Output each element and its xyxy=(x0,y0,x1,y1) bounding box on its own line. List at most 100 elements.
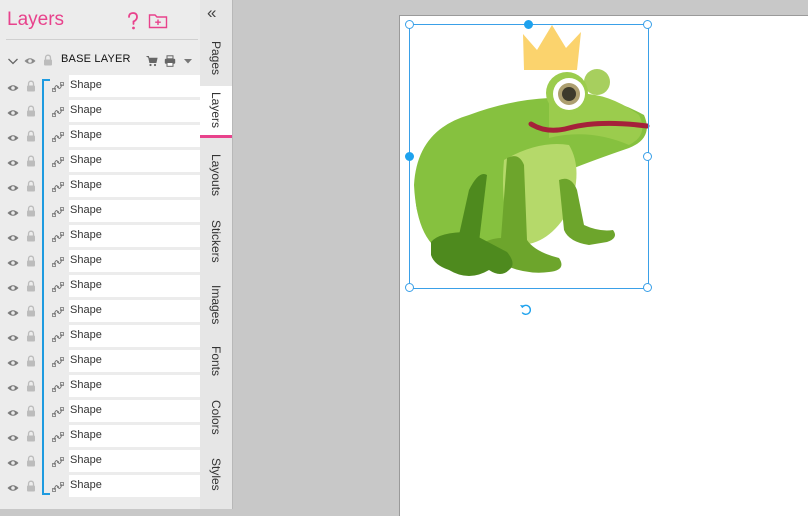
layer-row[interactable]: Shape xyxy=(0,74,200,99)
vector-path-icon xyxy=(52,230,64,242)
eye-icon[interactable] xyxy=(7,431,19,443)
lock-icon[interactable] xyxy=(25,379,37,392)
lock-icon[interactable] xyxy=(25,404,37,417)
tab-label: Layouts xyxy=(209,153,223,197)
lock-icon[interactable] xyxy=(42,53,54,66)
eye-icon[interactable] xyxy=(7,156,19,168)
rotate-icon[interactable] xyxy=(519,303,533,322)
vector-path-icon xyxy=(52,305,64,317)
resize-handle-right[interactable] xyxy=(643,152,652,161)
tab-label: Styles xyxy=(209,457,223,491)
lock-icon[interactable] xyxy=(25,104,37,117)
lock-icon[interactable] xyxy=(25,354,37,367)
vector-path-icon xyxy=(52,155,64,167)
layer-name: Shape xyxy=(70,104,102,116)
cart-icon[interactable] xyxy=(146,54,158,67)
resize-handle-left[interactable] xyxy=(405,152,414,161)
eye-icon[interactable] xyxy=(7,106,19,118)
layer-row[interactable]: Shape xyxy=(0,474,200,499)
layer-row[interactable]: Shape xyxy=(0,349,200,374)
resize-handle-top[interactable] xyxy=(524,20,533,29)
layer-row[interactable]: Shape xyxy=(0,324,200,349)
lock-icon[interactable] xyxy=(25,254,37,267)
eye-icon[interactable] xyxy=(7,481,19,493)
lock-icon[interactable] xyxy=(25,429,37,442)
resize-handle-top-left[interactable] xyxy=(405,20,414,29)
layer-row[interactable]: Shape xyxy=(0,174,200,199)
layer-row[interactable]: Shape xyxy=(0,274,200,299)
lock-icon[interactable] xyxy=(25,304,37,317)
group-bracket xyxy=(42,79,50,495)
layer-name: Shape xyxy=(70,204,102,216)
chevron-down-icon[interactable] xyxy=(7,54,19,66)
eye-icon[interactable] xyxy=(7,206,19,218)
eye-icon[interactable] xyxy=(7,456,19,468)
resize-handle-bottom-left[interactable] xyxy=(405,283,414,292)
eye-icon[interactable] xyxy=(7,381,19,393)
eye-icon[interactable] xyxy=(24,54,36,66)
tab-layouts[interactable]: Layouts xyxy=(200,140,232,210)
printer-icon[interactable] xyxy=(164,54,176,67)
resize-handle-top-right[interactable] xyxy=(643,20,652,29)
tab-images[interactable]: Images xyxy=(200,275,232,335)
lock-icon[interactable] xyxy=(25,154,37,167)
layer-row[interactable]: Shape xyxy=(0,199,200,224)
base-layer-row[interactable]: BASE LAYER xyxy=(0,48,200,72)
layer-name: Shape xyxy=(70,354,102,366)
layer-row[interactable]: Shape xyxy=(0,449,200,474)
vector-path-icon xyxy=(52,180,64,192)
tab-colors[interactable]: Colors xyxy=(200,388,232,446)
resize-handle-bottom-right[interactable] xyxy=(643,283,652,292)
layer-list: Shape Shape Shape Shape Shape Shape Shap… xyxy=(0,74,200,499)
layer-row[interactable]: Shape xyxy=(0,249,200,274)
lock-icon[interactable] xyxy=(25,129,37,142)
tab-fonts[interactable]: Fonts xyxy=(200,336,232,386)
eye-icon[interactable] xyxy=(7,331,19,343)
eye-icon[interactable] xyxy=(7,231,19,243)
eye-icon[interactable] xyxy=(7,356,19,368)
eye-icon[interactable] xyxy=(7,306,19,318)
tab-styles[interactable]: Styles xyxy=(200,446,232,502)
selection-bounding-box xyxy=(409,24,649,289)
tab-label: Fonts xyxy=(209,345,223,376)
lock-icon[interactable] xyxy=(25,279,37,292)
layer-row[interactable]: Shape xyxy=(0,224,200,249)
eye-icon[interactable] xyxy=(7,181,19,193)
lock-icon[interactable] xyxy=(25,329,37,342)
vector-path-icon xyxy=(52,330,64,342)
layer-name: Shape xyxy=(70,279,102,291)
lock-icon[interactable] xyxy=(25,179,37,192)
layer-row[interactable]: Shape xyxy=(0,149,200,174)
dropdown-caret-icon[interactable] xyxy=(182,54,194,66)
tab-label: Pages xyxy=(209,40,223,76)
lock-icon[interactable] xyxy=(25,454,37,467)
layer-row[interactable]: Shape xyxy=(0,99,200,124)
lock-icon[interactable] xyxy=(25,479,37,492)
help-question-icon[interactable] xyxy=(123,11,143,31)
tab-layers[interactable]: Layers xyxy=(200,86,232,138)
collapse-panel-icon[interactable]: « xyxy=(207,4,216,21)
add-folder-icon[interactable] xyxy=(148,11,168,31)
layer-row[interactable]: Shape xyxy=(0,299,200,324)
layer-name: Shape xyxy=(70,254,102,266)
layer-row[interactable]: Shape xyxy=(0,374,200,399)
header-divider xyxy=(6,39,198,40)
tab-label: Layers xyxy=(209,92,223,129)
tab-pages[interactable]: Pages xyxy=(200,30,232,86)
vector-path-icon xyxy=(52,280,64,292)
eye-icon[interactable] xyxy=(7,281,19,293)
layer-row[interactable]: Shape xyxy=(0,399,200,424)
eye-icon[interactable] xyxy=(7,406,19,418)
tab-stickers[interactable]: Stickers xyxy=(200,210,232,272)
lock-icon[interactable] xyxy=(25,229,37,242)
lock-icon[interactable] xyxy=(25,204,37,217)
base-layer-label: BASE LAYER xyxy=(61,53,131,65)
lock-icon[interactable] xyxy=(25,79,37,92)
eye-icon[interactable] xyxy=(7,131,19,143)
eye-icon[interactable] xyxy=(7,81,19,93)
vector-path-icon xyxy=(52,405,64,417)
layer-row[interactable]: Shape xyxy=(0,424,200,449)
vector-path-icon xyxy=(52,355,64,367)
eye-icon[interactable] xyxy=(7,256,19,268)
layer-row[interactable]: Shape xyxy=(0,124,200,149)
